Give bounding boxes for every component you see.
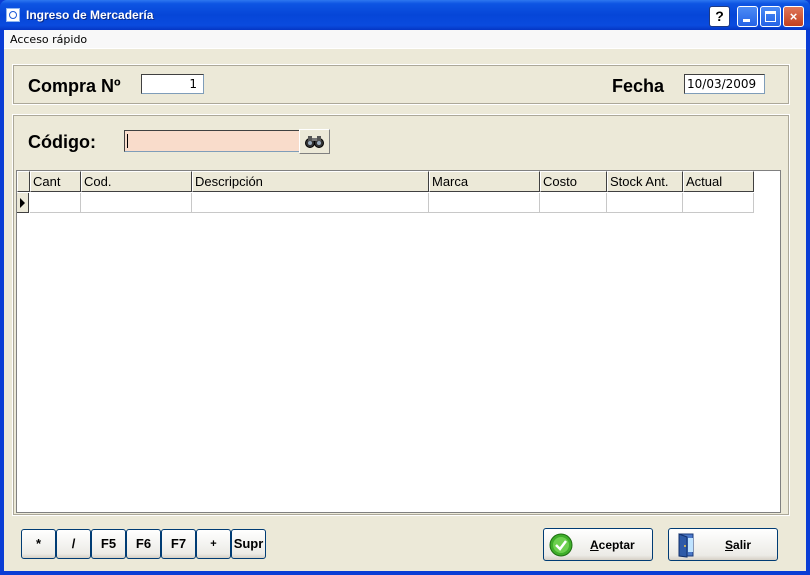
help-button[interactable]: ? [709,6,730,27]
table-cell-descripcion[interactable] [192,193,429,213]
column-header-actual[interactable]: Actual [683,171,754,192]
code-label: Código: [28,132,96,152]
items-grid[interactable]: Cant Cod. Descripción Marca Costo Stock … [16,170,781,513]
table-cell-marca[interactable] [429,193,540,213]
key-f5-button[interactable]: F5 [91,529,126,559]
column-header-marca[interactable]: Marca [429,171,540,192]
accept-label: Aceptar [590,538,635,552]
accept-button[interactable]: Aceptar [543,528,653,561]
exit-door-icon [678,533,694,558]
text-cursor [127,134,128,148]
purchase-number-field[interactable]: 1 [141,74,204,94]
maximize-icon [765,11,776,22]
key-multiply-button[interactable]: * [21,529,56,559]
check-icon [549,533,573,557]
key-divide-button[interactable]: / [56,529,91,559]
code-input[interactable] [124,130,300,152]
current-row-indicator[interactable] [17,193,29,213]
purchase-number-label: Compra Nº [28,76,121,96]
date-label-text: Fecha [612,76,665,96]
key-f7-button[interactable]: F7 [161,529,196,559]
table-cell-costo[interactable] [540,193,607,213]
menu-item-quick-access[interactable]: Acceso rápido [10,33,87,46]
title-bar[interactable]: Ingreso de Mercadería ? × [0,0,810,30]
column-header-cant[interactable]: Cant [30,171,81,192]
exit-label: Salir [725,538,752,552]
minimize-icon [743,19,750,22]
column-header-costo[interactable]: Costo [540,171,607,192]
maximize-button[interactable] [760,6,781,27]
binoculars-icon [305,136,324,148]
close-button[interactable]: × [783,6,804,27]
app-icon[interactable] [6,8,20,22]
key-supr-button[interactable]: Supr [231,529,266,559]
app-window: Ingreso de Mercadería ? × Acceso rápido … [0,0,810,575]
exit-button[interactable]: Salir [668,528,778,561]
column-header-cod[interactable]: Cod. [81,171,192,192]
purchase-header-panel [12,64,790,105]
table-cell-cant[interactable] [30,193,81,213]
search-button[interactable] [299,129,330,154]
table-cell-cod[interactable] [81,193,192,213]
key-plus-button[interactable]: + [196,529,231,559]
column-header-descripcion[interactable]: Descripción [192,171,429,192]
table-cell-stock-ant[interactable] [607,193,683,213]
date-field[interactable]: 10/03/2009 [684,74,765,94]
key-f6-button[interactable]: F6 [126,529,161,559]
table-cell-actual[interactable] [683,193,754,213]
minimize-button[interactable] [737,6,758,27]
column-header-stock-ant[interactable]: Stock Ant. [607,171,683,192]
window-title: Ingreso de Mercadería [26,8,154,22]
form-client-area: Acceso rápido Compra Nº 1 10/03/2009 Fec… [4,30,806,571]
menu-bar: Acceso rápido [4,30,806,49]
grid-corner [17,171,30,192]
